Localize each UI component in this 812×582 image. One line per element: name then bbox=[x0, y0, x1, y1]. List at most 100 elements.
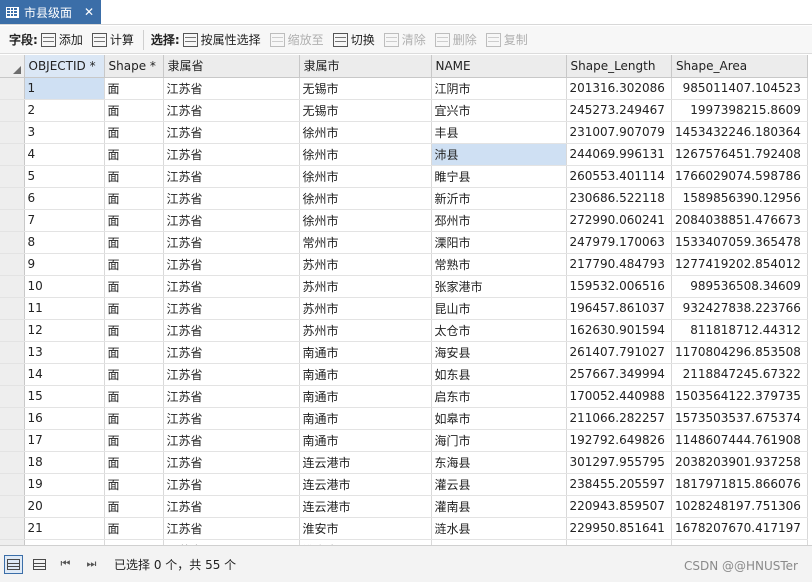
table-cell[interactable]: 连云港市 bbox=[299, 473, 432, 496]
table-cell[interactable]: 244069.996131 bbox=[566, 143, 672, 166]
table-row[interactable]: 12 面江苏省 苏州市 太仓市 162630.901594 811818712.44312 bbox=[0, 319, 808, 342]
table-cell[interactable]: 江阴市 bbox=[431, 77, 567, 100]
table-cell[interactable]: 1170804296.853508 bbox=[671, 341, 808, 364]
table-cell[interactable]: 13 bbox=[24, 341, 105, 364]
table-cell[interactable]: 南通市 bbox=[299, 429, 432, 452]
table-cell[interactable]: 1817971815.866076 bbox=[671, 473, 808, 496]
row-selector[interactable] bbox=[0, 429, 25, 452]
table-cell[interactable]: 江苏省 bbox=[163, 341, 300, 364]
table-cell[interactable]: 1453432246.180364 bbox=[671, 121, 808, 144]
table-cell[interactable]: 常州市 bbox=[299, 231, 432, 254]
table-cell[interactable]: 面 bbox=[104, 121, 164, 144]
table-cell[interactable]: 9 bbox=[24, 253, 105, 276]
table-cell[interactable]: 4 bbox=[24, 143, 105, 166]
table-cell[interactable]: 邳州市 bbox=[431, 209, 567, 232]
row-selector[interactable] bbox=[0, 363, 25, 386]
table-row[interactable]: 10 面江苏省 苏州市 张家港市 159532.006516 989536508.3460… bbox=[0, 275, 808, 298]
table-cell[interactable]: 江苏省 bbox=[163, 143, 300, 166]
table-cell[interactable]: 面 bbox=[104, 517, 164, 540]
table-cell[interactable]: 苏州市 bbox=[299, 297, 432, 320]
column-header[interactable]: 隶属省 bbox=[163, 55, 300, 78]
copy-button[interactable]: 复制 bbox=[485, 31, 528, 48]
select-by-attributes-button[interactable]: 按属性选择 bbox=[182, 31, 261, 48]
table-cell[interactable]: 面 bbox=[104, 363, 164, 386]
row-selector[interactable] bbox=[0, 275, 25, 298]
table-cell[interactable]: 江苏省 bbox=[163, 165, 300, 188]
table-cell[interactable]: 江苏省 bbox=[163, 407, 300, 430]
calculate-field-button[interactable]: 计算 bbox=[91, 31, 134, 48]
table-cell[interactable]: 1533407059.365478 bbox=[671, 231, 808, 254]
table-cell[interactable]: 229950.851641 bbox=[566, 517, 672, 540]
table-cell[interactable]: 15 bbox=[24, 385, 105, 408]
table-cell[interactable]: 面 bbox=[104, 297, 164, 320]
table-cell[interactable]: 灌南县 bbox=[431, 495, 567, 518]
table-cell[interactable]: 面 bbox=[104, 165, 164, 188]
table-cell[interactable]: 面 bbox=[104, 209, 164, 232]
table-cell[interactable]: 灌云县 bbox=[431, 473, 567, 496]
table-cell[interactable]: 南通市 bbox=[299, 385, 432, 408]
table-cell[interactable]: 海安县 bbox=[431, 341, 567, 364]
table-cell[interactable]: 面 bbox=[104, 451, 164, 474]
first-record-button[interactable]: ⏮ bbox=[56, 555, 75, 574]
table-row[interactable]: 4 面江苏省 徐州市 沛县 244069.996131 1267576451.792408 bbox=[0, 143, 808, 166]
table-cell[interactable]: 太仓市 bbox=[431, 319, 567, 342]
table-cell[interactable]: 7 bbox=[24, 209, 105, 232]
table-cell[interactable]: 无锡市 bbox=[299, 99, 432, 122]
table-cell[interactable]: 1028248197.751306 bbox=[671, 495, 808, 518]
table-cell[interactable]: 220943.859507 bbox=[566, 495, 672, 518]
table-cell[interactable]: 南通市 bbox=[299, 341, 432, 364]
table-cell[interactable]: 1766029074.598786 bbox=[671, 165, 808, 188]
row-selector[interactable] bbox=[0, 231, 25, 254]
table-cell[interactable]: 301297.955795 bbox=[566, 451, 672, 474]
table-row[interactable]: 18 面江苏省 连云港市 东海县 301297.955795 2038203901.937… bbox=[0, 451, 808, 474]
table-row[interactable]: 2 面江苏省 无锡市 宜兴市 245273.249467 1997398215.8609 bbox=[0, 99, 808, 122]
table-cell[interactable]: 苏州市 bbox=[299, 275, 432, 298]
table-cell[interactable]: 睢宁县 bbox=[431, 165, 567, 188]
table-cell[interactable]: 20 bbox=[24, 495, 105, 518]
table-cell[interactable]: 徐州市 bbox=[299, 121, 432, 144]
table-cell[interactable]: 272990.060241 bbox=[566, 209, 672, 232]
table-cell[interactable]: 196457.861037 bbox=[566, 297, 672, 320]
table-cell[interactable]: 江苏省 bbox=[163, 209, 300, 232]
table-row[interactable]: 13 面江苏省 南通市 海安县 261407.791027 1170804296.8535… bbox=[0, 341, 808, 364]
table-cell[interactable]: 1277419202.854012 bbox=[671, 253, 808, 276]
table-cell[interactable]: 如皋市 bbox=[431, 407, 567, 430]
table-cell[interactable]: 989536508.34609 bbox=[671, 275, 808, 298]
table-cell[interactable]: 江苏省 bbox=[163, 231, 300, 254]
column-header[interactable]: Shape_Area bbox=[671, 55, 808, 78]
table-cell[interactable]: 217790.484793 bbox=[566, 253, 672, 276]
table-row[interactable]: 1 面江苏省 无锡市 江阴市 201316.302086 985011407.104523 bbox=[0, 77, 808, 100]
row-selector[interactable] bbox=[0, 77, 25, 100]
table-cell[interactable]: 3 bbox=[24, 121, 105, 144]
row-selector[interactable] bbox=[0, 473, 25, 496]
table-row[interactable]: 19 面江苏省 连云港市 灌云县 238455.205597 1817971815.866… bbox=[0, 473, 808, 496]
table-cell[interactable]: 261407.791027 bbox=[566, 341, 672, 364]
zoom-to-button[interactable]: 缩放至 bbox=[269, 31, 324, 48]
table-cell[interactable]: 连云港市 bbox=[299, 495, 432, 518]
table-cell[interactable]: 如东县 bbox=[431, 363, 567, 386]
table-cell[interactable]: 面 bbox=[104, 253, 164, 276]
table-cell[interactable]: 2084038851.476673 bbox=[671, 209, 808, 232]
table-row[interactable]: 15 面江苏省 南通市 启东市 170052.440988 1503564122.3797… bbox=[0, 385, 808, 408]
table-row[interactable]: 6 面江苏省 徐州市 新沂市 230686.522118 1589856390.12956 bbox=[0, 187, 808, 210]
column-header[interactable]: Shape * bbox=[104, 55, 164, 78]
table-cell[interactable]: 江苏省 bbox=[163, 121, 300, 144]
table-cell[interactable]: 230686.522118 bbox=[566, 187, 672, 210]
table-cell[interactable]: 面 bbox=[104, 495, 164, 518]
table-row[interactable]: 9 面江苏省 苏州市 常熟市 217790.484793 1277419202.85401… bbox=[0, 253, 808, 276]
row-selector[interactable] bbox=[0, 187, 25, 210]
table-cell[interactable]: 江苏省 bbox=[163, 187, 300, 210]
table-cell[interactable]: 5 bbox=[24, 165, 105, 188]
table-cell[interactable]: 159532.006516 bbox=[566, 275, 672, 298]
table-cell[interactable]: 无锡市 bbox=[299, 77, 432, 100]
row-selector[interactable] bbox=[0, 209, 25, 232]
table-cell[interactable]: 1678207670.417197 bbox=[671, 517, 808, 540]
table-cell[interactable]: 徐州市 bbox=[299, 165, 432, 188]
table-row[interactable]: 17 面江苏省 南通市 海门市 192792.649826 1148607444.7619… bbox=[0, 429, 808, 452]
table-cell[interactable]: 江苏省 bbox=[163, 473, 300, 496]
table-cell[interactable]: 985011407.104523 bbox=[671, 77, 808, 100]
table-cell[interactable]: 面 bbox=[104, 319, 164, 342]
table-cell[interactable]: 面 bbox=[104, 429, 164, 452]
table-cell[interactable]: 8 bbox=[24, 231, 105, 254]
table-cell[interactable]: 1589856390.12956 bbox=[671, 187, 808, 210]
